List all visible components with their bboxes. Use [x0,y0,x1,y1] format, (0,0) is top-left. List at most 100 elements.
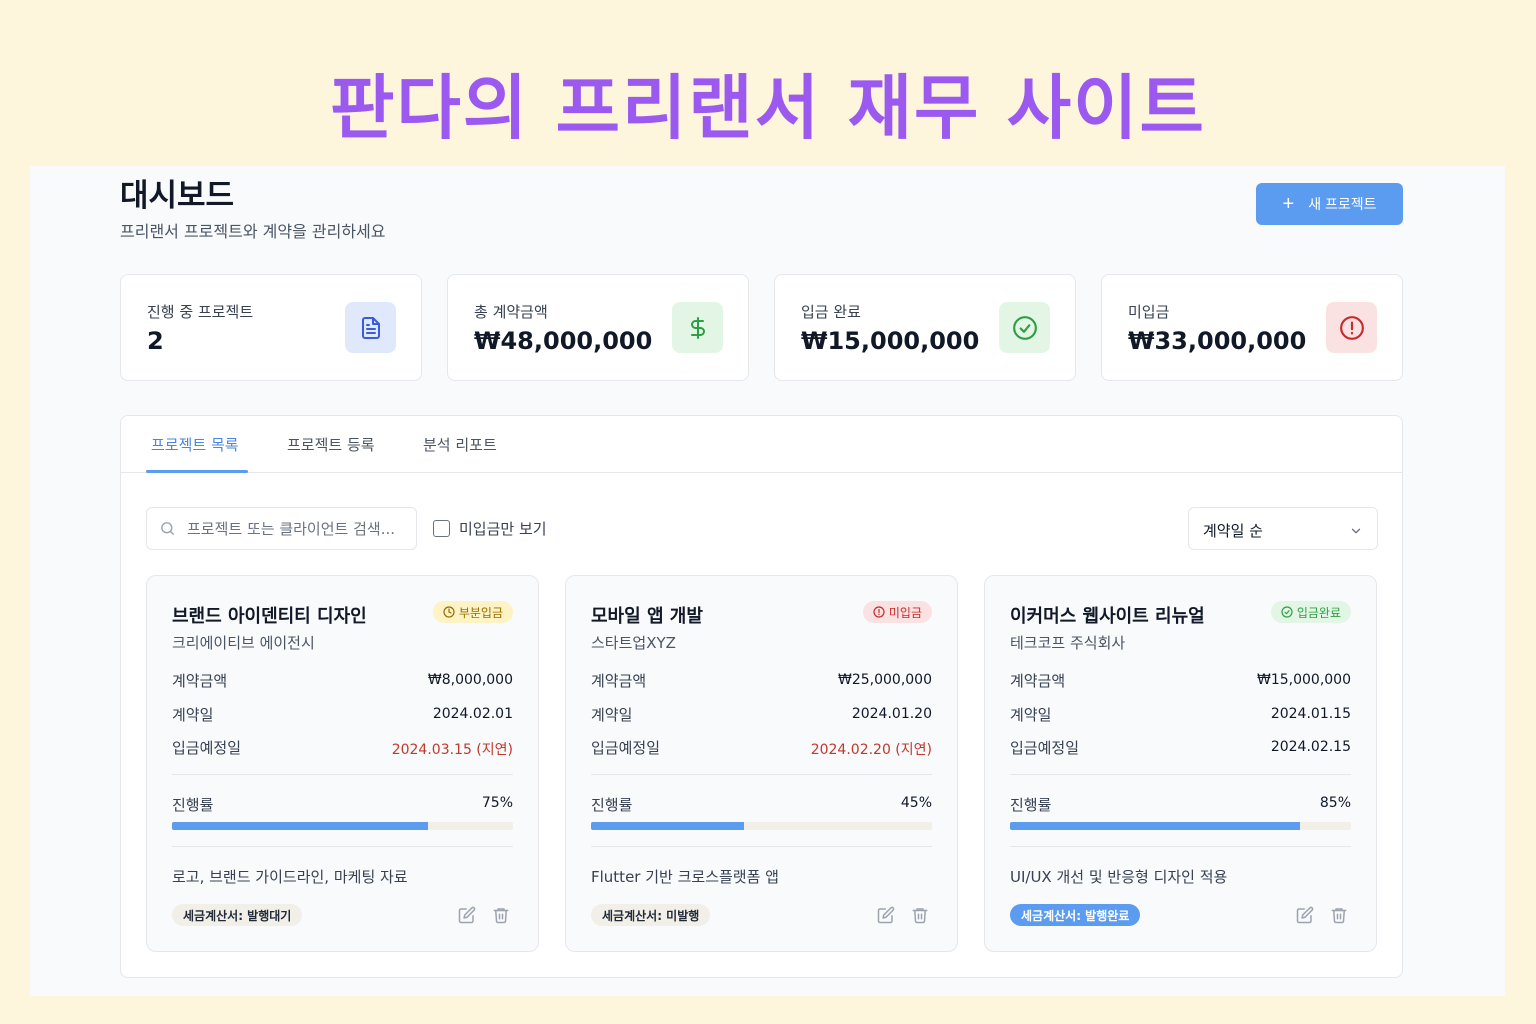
page-subtitle: 프리랜서 프로젝트와 계약을 관리하세요 [120,222,386,241]
stat-label: 진행 중 프로젝트 [147,303,254,321]
progress-percent: 85% [1319,795,1351,811]
progress-fill [172,822,428,830]
stat-label: 미입금 [1128,303,1170,321]
project-client: 스타트업XYZ [591,634,676,652]
trash-icon[interactable] [1330,906,1348,928]
sort-select[interactable]: 계약일 순 [1188,507,1378,550]
search-icon [159,520,176,541]
stat-value: ₩15,000,000 [801,327,980,355]
stat-value: 2 [147,327,164,355]
edit-icon[interactable] [1296,906,1314,928]
sort-value: 계약일 순 [1203,522,1263,540]
unpaid-only-checkbox[interactable] [433,520,450,537]
document-icon [345,302,396,353]
project-client: 크리에이티브 에이전시 [172,634,315,652]
tab-project-list[interactable]: 프로젝트 목록 [151,434,239,455]
project-title: 브랜드 아이덴티티 디자인 [172,606,367,627]
active-tab-indicator [146,470,248,473]
due-date-value: 2024.02.20 (지연) [810,742,932,758]
due-date-value: 2024.02.15 [1270,739,1351,755]
amount-label: 계약금액 [591,672,647,690]
divider [591,774,932,775]
project-card[interactable]: 브랜드 아이덴티티 디자인 크리에이티브 에이전시 부분입금 계약금액 ₩8,0… [146,575,539,952]
search-box [146,507,417,550]
stat-card-total-contract: 총 계약금액 ₩48,000,000 [447,274,749,381]
status-text: 입금완료 [1296,605,1341,620]
check-circle-icon [999,302,1050,353]
edit-icon[interactable] [458,906,476,928]
due-date-label: 입금예정일 [172,739,242,757]
trash-icon[interactable] [492,906,510,928]
check-circle-icon [1281,606,1293,618]
stat-card-unpaid: 미입금 ₩33,000,000 [1101,274,1403,381]
due-date-label: 입금예정일 [1010,739,1080,757]
status-badge: 입금완료 [1270,601,1351,623]
tax-invoice-badge: 세금계산서: 발행완료 [1010,904,1141,926]
contract-date-label: 계약일 [1010,706,1052,724]
divider [1010,774,1351,775]
contract-date-value: 2024.01.15 [1270,706,1351,722]
project-title: 이커머스 웹사이트 리뉴얼 [1010,606,1205,627]
project-description: 로고, 브랜드 가이드라인, 마케팅 자료 [172,868,408,886]
progress-fill [591,822,745,830]
divider [1010,846,1351,847]
progress-percent: 75% [481,795,513,811]
dashboard-app: 대시보드 프리랜서 프로젝트와 계약을 관리하세요 + 새 프로젝트 진행 중 … [30,166,1505,996]
progress-label: 진행률 [591,796,633,814]
amount-value: ₩15,000,000 [1256,672,1351,688]
progress-label: 진행률 [1010,796,1052,814]
amount-value: ₩25,000,000 [837,672,932,688]
project-card[interactable]: 이커머스 웹사이트 리뉴얼 테크코프 주식회사 입금완료 계약금액 ₩15,00… [984,575,1377,952]
contract-date-label: 계약일 [591,706,633,724]
trash-icon[interactable] [911,906,929,928]
amount-label: 계약금액 [172,672,228,690]
projects-panel: 프로젝트 목록 프로젝트 등록 분석 리포트 미입금만 보기 계약일 순 브랜드… [120,415,1403,978]
divider [591,846,932,847]
page-title: 대시보드 [120,178,235,214]
status-badge: 부분입금 [432,601,513,623]
edit-icon[interactable] [877,906,895,928]
due-date-value: 2024.03.15 (지연) [391,742,513,758]
project-description: UI/UX 개선 및 반응형 디자인 적용 [1010,868,1228,886]
stat-label: 총 계약금액 [474,303,548,321]
plus-icon: + [1282,193,1295,215]
stat-card-active-projects: 진행 중 프로젝트 2 [120,274,422,381]
dollar-icon [672,302,723,353]
project-title: 모바일 앱 개발 [591,606,703,627]
tab-bar: 프로젝트 목록 프로젝트 등록 분석 리포트 [121,416,1402,473]
new-project-label: 새 프로젝트 [1308,196,1377,212]
contract-date-value: 2024.01.20 [851,706,932,722]
new-project-button[interactable]: + 새 프로젝트 [1256,183,1403,225]
status-badge: 미입금 [862,601,932,623]
progress-fill [1010,822,1300,830]
stat-label: 입금 완료 [801,303,861,321]
progress-percent: 45% [900,795,932,811]
contract-date-value: 2024.02.01 [432,706,513,722]
divider [172,846,513,847]
contract-date-label: 계약일 [172,706,214,724]
project-description: Flutter 기반 크로스플랫폼 앱 [591,868,779,886]
amount-value: ₩8,000,000 [427,672,513,688]
progress-bar [172,822,513,830]
divider [172,774,513,775]
stat-value: ₩48,000,000 [474,327,653,355]
tax-invoice-badge: 세금계산서: 미발행 [591,904,711,926]
stat-card-paid: 입금 완료 ₩15,000,000 [774,274,1076,381]
unpaid-only-label[interactable]: 미입금만 보기 [459,518,547,539]
progress-bar [1010,822,1351,830]
progress-label: 진행률 [172,796,214,814]
clock-icon [443,606,455,618]
amount-label: 계약금액 [1010,672,1066,690]
tab-analysis-report[interactable]: 분석 리포트 [423,434,497,455]
status-text: 부분입금 [458,605,503,620]
progress-bar [591,822,932,830]
project-card[interactable]: 모바일 앱 개발 스타트업XYZ 미입금 계약금액 ₩25,000,000 계약… [565,575,958,952]
tax-invoice-badge: 세금계산서: 발행대기 [172,904,303,926]
status-text: 미입금 [888,605,922,620]
stat-value: ₩33,000,000 [1128,327,1307,355]
alert-circle-icon [873,606,885,618]
chevron-down-icon [1349,523,1363,542]
tab-project-register[interactable]: 프로젝트 등록 [287,434,375,455]
search-input[interactable] [187,518,409,540]
page-banner-title: 판다의 프리랜서 재무 사이트 [330,67,1206,149]
